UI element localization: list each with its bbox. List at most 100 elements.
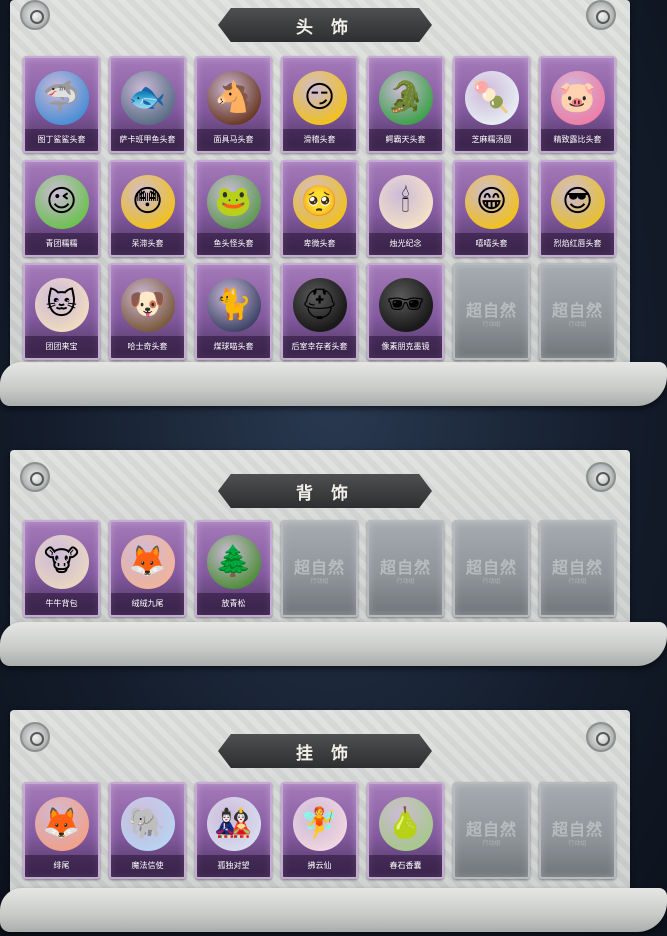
empty-slot[interactable]: 超自然 行动组 xyxy=(281,520,358,617)
corner-emblem-icon xyxy=(586,0,616,30)
item-label: 鳄霸天头套 xyxy=(369,129,442,151)
item-row: 🐱 团团来宝 🐶 哈士奇头套 🐈 煤球喵头套 ⛑ 后室幸存者头套 🕶 像素朋克墨镜 超自然 行动组 超自… xyxy=(23,263,616,360)
item-label: 团团来宝 xyxy=(25,336,98,358)
item-card[interactable]: 😁 嘻嘻头套 xyxy=(453,160,530,257)
item-label: 魔法信使 xyxy=(111,855,184,877)
item-label: 芝麻糯汤圆 xyxy=(455,129,528,151)
slot-watermark-sub: 行动组 xyxy=(482,321,501,328)
empty-slot[interactable]: 超自然 行动组 xyxy=(539,520,616,617)
corner-emblem-icon xyxy=(586,462,616,492)
item-row: 🐮 牛牛背包 🦊 绒绒九尾 🌲 放青松 超自然 行动组 超自然 行动组 超自然 行动组 超自然 行动组 xyxy=(23,520,616,617)
item-card[interactable]: 🍐 春石香囊 xyxy=(367,782,444,879)
slot-watermark: 超自然 xyxy=(551,301,603,320)
item-row: 😉 青团糯糯 😳 呆滞头套 🐸 鱼头怪头套 🥺 卑微头套 🕯 烛光纪念 😁 嘻嘻头套 😎 烈焰红唇头套 xyxy=(23,160,616,257)
corner-emblem-icon xyxy=(20,0,50,30)
corner-emblem-icon xyxy=(20,722,50,752)
item-card[interactable]: 🐷 精致露比头套 xyxy=(539,56,616,153)
item-card[interactable]: 🐈 煤球喵头套 xyxy=(195,263,272,360)
item-label: 绯尾 xyxy=(25,855,98,877)
item-row: 🦈 图丁鲨鲨头套 🐟 萨卡班甲鱼头套 🐴 面具马头套 😏 滑稽头套 🐊 鳄霸天头套 🍡 芝麻糯汤圆 🐷 精… xyxy=(23,56,616,153)
black-cat-icon: 🐈 xyxy=(206,278,261,332)
slot-watermark: 超自然 xyxy=(551,820,603,839)
section-title-banner: 挂 饰 xyxy=(218,734,432,768)
item-label: 鱼头怪头套 xyxy=(197,233,270,255)
item-label: 滑稽头套 xyxy=(283,129,356,151)
item-card[interactable]: 🍡 芝麻糯汤圆 xyxy=(453,56,530,153)
slot-watermark-sub: 行动组 xyxy=(568,321,587,328)
item-label: 萨卡班甲鱼头套 xyxy=(111,129,184,151)
item-card[interactable]: 🕶 像素朋克墨镜 xyxy=(367,263,444,360)
dumpling-head-icon: 🍡 xyxy=(464,71,519,125)
item-card[interactable]: 🦊 绯尾 xyxy=(23,782,100,879)
item-card[interactable]: 😎 烈焰红唇头套 xyxy=(539,160,616,257)
item-label: 烈焰红唇头套 xyxy=(541,233,614,255)
shark-head-icon: 🦈 xyxy=(34,71,89,125)
slot-watermark-sub: 行动组 xyxy=(482,578,501,585)
corner-emblem-icon xyxy=(20,462,50,492)
hanging-charm-scroll-edge xyxy=(0,888,667,932)
item-card[interactable]: 🐊 鳄霸天头套 xyxy=(367,56,444,153)
empty-slot[interactable]: 超自然 行动组 xyxy=(539,263,616,360)
cow-backpack-icon: 🐮 xyxy=(34,535,89,589)
item-card[interactable]: 🌲 放青松 xyxy=(195,520,272,617)
item-card[interactable]: 🐴 面具马头套 xyxy=(195,56,272,153)
back-accessory-scroll-edge xyxy=(0,622,667,666)
slot-watermark: 超自然 xyxy=(379,558,431,577)
nine-tail-fox-icon: 🦊 xyxy=(120,535,175,589)
slot-watermark: 超自然 xyxy=(293,558,345,577)
empty-slot[interactable]: 超自然 行动组 xyxy=(367,520,444,617)
green-bun-icon: 😉 xyxy=(34,175,89,229)
empty-slot[interactable]: 超自然 行动组 xyxy=(539,782,616,879)
item-card[interactable]: 🐸 鱼头怪头套 xyxy=(195,160,272,257)
item-row: 🦊 绯尾 🐘 魔法信使 🎎 孤独对望 🧚 拂云仙 🍐 春石香囊 超自然 行动组 超自然 行动组 xyxy=(23,782,616,879)
item-label: 嘻嘻头套 xyxy=(455,233,528,255)
item-card[interactable]: 🦊 绒绒九尾 xyxy=(109,520,186,617)
slot-watermark: 超自然 xyxy=(465,558,517,577)
item-card[interactable]: 🧚 拂云仙 xyxy=(281,782,358,879)
empty-slot[interactable]: 超自然 行动组 xyxy=(453,782,530,879)
headwear-scroll-edge xyxy=(0,362,667,406)
slot-watermark: 超自然 xyxy=(465,820,517,839)
item-card[interactable]: 🥺 卑微头套 xyxy=(281,160,358,257)
item-card[interactable]: 😏 滑稽头套 xyxy=(281,56,358,153)
cream-cat-icon: 🐱 xyxy=(34,278,89,332)
fish-monster-icon: 🐸 xyxy=(206,175,261,229)
stunned-face-icon: 😳 xyxy=(120,175,175,229)
item-label: 烛光纪念 xyxy=(369,233,442,255)
item-card[interactable]: 🐘 魔法信使 xyxy=(109,782,186,879)
elephant-charm-icon: 🐘 xyxy=(120,797,175,851)
item-card[interactable]: 🐟 萨卡班甲鱼头套 xyxy=(109,56,186,153)
empty-slot[interactable]: 超自然 行动组 xyxy=(453,263,530,360)
fairy-charm-icon: 🧚 xyxy=(292,797,347,851)
item-label: 面具马头套 xyxy=(197,129,270,151)
crocodile-head-icon: 🐊 xyxy=(378,71,433,125)
item-card[interactable]: 🐶 哈士奇头套 xyxy=(109,263,186,360)
slot-watermark-sub: 行动组 xyxy=(310,578,329,585)
slot-watermark: 超自然 xyxy=(551,558,603,577)
section-title: 头 饰 xyxy=(296,17,354,38)
empty-slot[interactable]: 超自然 行动组 xyxy=(453,520,530,617)
item-card[interactable]: 😳 呆滞头套 xyxy=(109,160,186,257)
slot-watermark-sub: 行动组 xyxy=(396,578,415,585)
item-card[interactable]: 🦈 图丁鲨鲨头套 xyxy=(23,56,100,153)
item-label: 牛牛背包 xyxy=(25,593,98,615)
item-card[interactable]: 🎎 孤独对望 xyxy=(195,782,272,879)
item-label: 像素朋克墨镜 xyxy=(369,336,442,358)
section-title-banner: 背 饰 xyxy=(218,474,432,508)
pixel-sunglasses-icon: 🕶 xyxy=(378,278,433,332)
item-card[interactable]: 🐱 团团来宝 xyxy=(23,263,100,360)
item-label: 呆滞头套 xyxy=(111,233,184,255)
item-card[interactable]: ⛑ 后室幸存者头套 xyxy=(281,263,358,360)
slot-watermark-sub: 行动组 xyxy=(568,840,587,847)
gas-mask-helmet-icon: ⛑ xyxy=(292,278,347,332)
item-card[interactable]: 🕯 烛光纪念 xyxy=(367,160,444,257)
doll-charm-icon: 🎎 xyxy=(206,797,261,851)
section-title: 背 饰 xyxy=(296,483,354,504)
item-label: 拂云仙 xyxy=(283,855,356,877)
item-label: 后室幸存者头套 xyxy=(283,336,356,358)
item-card[interactable]: 🐮 牛牛背包 xyxy=(23,520,100,617)
pink-creature-icon: 🐷 xyxy=(550,71,605,125)
item-label: 图丁鲨鲨头套 xyxy=(25,129,98,151)
sachet-charm-icon: 🍐 xyxy=(378,797,433,851)
item-card[interactable]: 😉 青团糯糯 xyxy=(23,160,100,257)
